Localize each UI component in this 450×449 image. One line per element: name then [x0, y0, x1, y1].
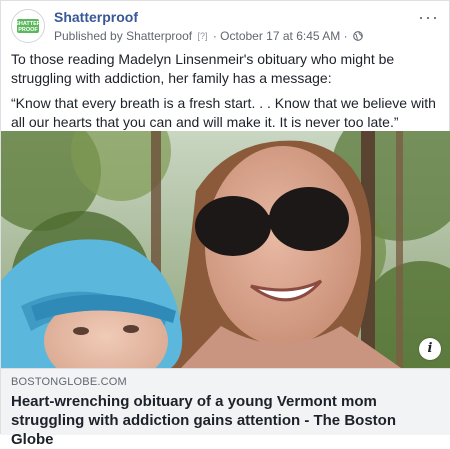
help-badge[interactable]: [?]: [197, 31, 207, 41]
post-header: SHATTER PROOF Shatterproof Published by …: [11, 7, 439, 43]
page-name-link[interactable]: Shatterproof: [54, 9, 138, 25]
more-options-button[interactable]: ···: [418, 7, 439, 28]
timestamp-link[interactable]: October 17 at 6:45 AM: [220, 29, 340, 43]
link-headline[interactable]: Heart-wrenching obituary of a young Verm…: [11, 392, 441, 449]
post-paragraph-1: To those reading Madelyn Linsenmeir's ob…: [11, 51, 395, 86]
published-by-prefix: Published by: [54, 29, 123, 43]
meta-separator-1: ·: [212, 29, 217, 43]
post-body: To those reading Madelyn Linsenmeir's ob…: [11, 50, 439, 138]
avatar-line-2: PROOF: [18, 27, 38, 33]
info-button[interactable]: i: [419, 338, 441, 360]
publisher-link[interactable]: Shatterproof: [126, 29, 192, 43]
link-preview-image[interactable]: i: [1, 131, 450, 368]
link-preview-caption[interactable]: BOSTONGLOBE.COM Heart-wrenching obituary…: [1, 368, 450, 448]
globe-icon[interactable]: [353, 31, 363, 41]
page-avatar[interactable]: SHATTER PROOF: [11, 9, 45, 43]
photo-illustration: [1, 131, 450, 368]
meta-separator-2: ·: [343, 29, 348, 43]
shatterproof-logo-icon: SHATTER PROOF: [12, 10, 44, 42]
post-paragraph-2: “Know that every breath is a fresh start…: [11, 95, 436, 130]
facebook-post: SHATTER PROOF Shatterproof Published by …: [0, 0, 450, 448]
post-meta: Published by Shatterproof [?] · October …: [54, 29, 363, 43]
link-domain: BOSTONGLOBE.COM: [11, 376, 127, 388]
